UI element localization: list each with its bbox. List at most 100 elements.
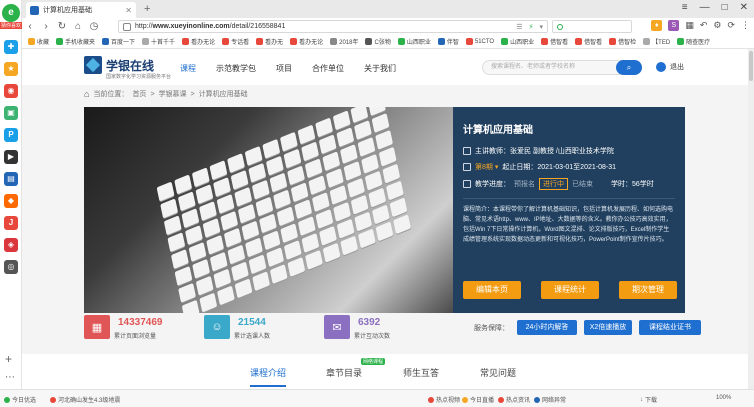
nav-about[interactable]: 关于我们 xyxy=(364,63,396,74)
tab-qa[interactable]: 师生互答 xyxy=(403,366,439,379)
tab-chapters[interactable]: 章节目录 xyxy=(326,366,362,379)
stat-enrollments: ☺ 21544 累计选课人数 xyxy=(204,315,270,340)
divider xyxy=(463,198,675,199)
hot-video[interactable]: 热点视频 xyxy=(428,395,460,404)
bookmark-item[interactable]: 看办无论 xyxy=(290,37,323,46)
forward-icon[interactable]: › xyxy=(38,21,54,32)
address-bar[interactable]: http://www.xueyinonline.com/detail/21655… xyxy=(118,20,548,33)
site-logo[interactable]: 学银在线 国家数字化学习资源服务平台 xyxy=(84,56,171,80)
bookmark-item[interactable]: 十首千千 xyxy=(142,37,175,46)
reload-icon[interactable]: ↻ xyxy=(54,21,70,32)
undo-icon[interactable]: ↶ xyxy=(700,20,708,31)
bookmark-item[interactable]: 2018年 xyxy=(330,37,358,46)
bookmarks-bar: 收藏 手机收藏夹 百度一下 十首千千 看办无论 专话看 看办无 看办无论 201… xyxy=(22,35,754,49)
bookmark-item[interactable]: 借智看 xyxy=(575,37,602,46)
tab-course-intro[interactable]: 课程介绍 xyxy=(250,366,287,387)
history-icon[interactable]: ◷ xyxy=(86,21,102,32)
notes-app-icon[interactable]: ▤ xyxy=(4,172,18,186)
speed-icon[interactable]: ⚡ xyxy=(529,23,534,31)
bookmark-item[interactable]: 山西职业 xyxy=(397,37,431,46)
bookmark-item[interactable]: 看办无论 xyxy=(182,37,215,46)
more-icon[interactable]: ⋯ xyxy=(5,372,15,383)
scrollbar[interactable] xyxy=(748,49,754,389)
browser-logo-icon[interactable]: e xyxy=(2,4,20,22)
breadcrumb-sep: > xyxy=(150,90,155,98)
edit-page-button[interactable]: 编辑本页 xyxy=(463,281,521,299)
breadcrumb-home[interactable]: 首页 xyxy=(132,89,146,99)
add-icon[interactable]: + xyxy=(5,352,12,366)
today-picks[interactable]: 今日优选 xyxy=(4,395,36,404)
browser-search-box[interactable] xyxy=(552,20,632,33)
home-icon[interactable]: ⌂ xyxy=(70,21,86,32)
game-controller-icon[interactable]: ◎ xyxy=(4,260,18,274)
logout-link[interactable]: 退出 xyxy=(670,62,684,72)
download-button[interactable]: ↓ 下载 xyxy=(640,395,657,405)
nav-teaching-packages[interactable]: 示范教学包 xyxy=(216,63,256,74)
close-tab-icon[interactable]: ✕ xyxy=(125,6,132,15)
bookmark-item[interactable]: 专话看 xyxy=(222,37,249,46)
bookmark-item[interactable]: 看办无 xyxy=(256,37,283,46)
hot-news[interactable]: 热点资讯 xyxy=(498,395,530,404)
zoom-level[interactable]: 100% xyxy=(716,395,731,401)
sidebar-app-icon[interactable]: ✚ xyxy=(4,40,18,54)
bookmark-item[interactable]: 手机收藏夹 xyxy=(56,37,95,46)
more-menu-icon[interactable]: ⋮ xyxy=(741,20,750,31)
certificate-button[interactable]: 课程结业证书 xyxy=(639,320,701,335)
teacher-text: 主讲教师：张爱民 副教授 /山西职业技术学院 xyxy=(475,148,614,155)
double-speed-button[interactable]: X2倍速播放 xyxy=(584,320,632,335)
brand-slogan: 国家数字化学习资源服务平台 xyxy=(106,74,172,80)
shop-app-icon[interactable]: ◆ xyxy=(4,194,18,208)
close-window-icon[interactable]: ✕ xyxy=(740,2,748,13)
shield-ext-icon[interactable]: ♦ xyxy=(651,20,663,31)
bookmark-item[interactable]: 借智看 xyxy=(541,37,568,46)
dropdown-icon[interactable]: ▾ xyxy=(539,23,543,31)
game-icon[interactable]: ▣ xyxy=(4,106,18,120)
back-icon[interactable]: ‹ xyxy=(22,21,38,32)
nav-partners[interactable]: 合作单位 xyxy=(312,63,344,74)
bookmark-item[interactable]: 收藏 xyxy=(28,37,49,46)
answer-24h-button[interactable]: 24小时内解答 xyxy=(517,320,577,335)
term-line: 第8期 ▾ 起止日期：2021-03-01至2021-08-31 xyxy=(463,162,675,172)
term-select[interactable]: 第8期 ▾ xyxy=(475,162,498,172)
red-app-icon[interactable]: ◈ xyxy=(4,238,18,252)
news-ticker[interactable]: 河北确山发生4.3级地震 xyxy=(50,395,120,404)
bookmark-item[interactable]: 山西职业 xyxy=(501,37,534,46)
s-ext-icon[interactable]: S xyxy=(668,20,680,31)
nav-courses[interactable]: 课程 xyxy=(180,63,196,74)
sync-icon[interactable]: ⟳ xyxy=(727,20,735,31)
favorites-star-icon[interactable]: ★ xyxy=(4,62,18,76)
course-stats-button[interactable]: 课程统计 xyxy=(541,281,599,299)
browser-tab[interactable]: 计算机应用基础 ✕ xyxy=(26,2,136,18)
new-tab-icon[interactable]: + xyxy=(144,3,150,15)
bookmark-item[interactable]: 百度一下 xyxy=(102,37,135,46)
bookmark-item[interactable]: 【TED xyxy=(643,37,670,46)
scrollbar-thumb[interactable] xyxy=(749,51,753,81)
maximize-icon[interactable]: □ xyxy=(722,2,728,13)
breadcrumb-mooc[interactable]: 学银慕课 xyxy=(159,89,187,99)
progress-line: 教学进度： 预报名 进行中 已结束 学时：56学时 xyxy=(463,178,675,190)
reader-icon[interactable]: ☰ xyxy=(516,23,522,31)
stat-value: 21544 xyxy=(238,317,266,328)
p-app-icon[interactable]: P xyxy=(4,128,18,142)
avatar[interactable] xyxy=(656,62,666,72)
video-app-icon[interactable]: ▶ xyxy=(4,150,18,164)
bookmark-item[interactable]: 51CTO xyxy=(465,38,494,45)
bookmark-item[interactable]: 随查医疗 xyxy=(677,37,710,46)
today-live[interactable]: 今日直播 xyxy=(462,395,494,404)
weibo-icon[interactable]: ◉ xyxy=(4,84,18,98)
bookmark-item[interactable]: C张物 xyxy=(365,37,391,46)
settings-icon[interactable]: ⚙ xyxy=(713,20,721,31)
new-badge: 网络课程 xyxy=(361,358,386,365)
minimize-icon[interactable]: — xyxy=(700,2,710,13)
bookmark-item[interactable]: 伴智 xyxy=(437,37,459,46)
term-manage-button[interactable]: 期次管理 xyxy=(619,281,677,299)
jd-app-icon[interactable]: J xyxy=(4,216,18,230)
tab-faq[interactable]: 常见问题 xyxy=(480,366,516,379)
site-search-input[interactable]: 搜索课程名、老师或者学校名称 ⌕ xyxy=(482,60,642,75)
bookmark-item[interactable]: 借智检 xyxy=(609,37,636,46)
menu-icon[interactable]: ≡ xyxy=(682,2,688,13)
network-status[interactable]: 网络异常 xyxy=(534,395,566,404)
search-icon[interactable]: ⌕ xyxy=(616,60,642,75)
nav-projects[interactable]: 项目 xyxy=(276,63,292,74)
grid-apps-icon[interactable]: ▦ xyxy=(685,20,694,31)
